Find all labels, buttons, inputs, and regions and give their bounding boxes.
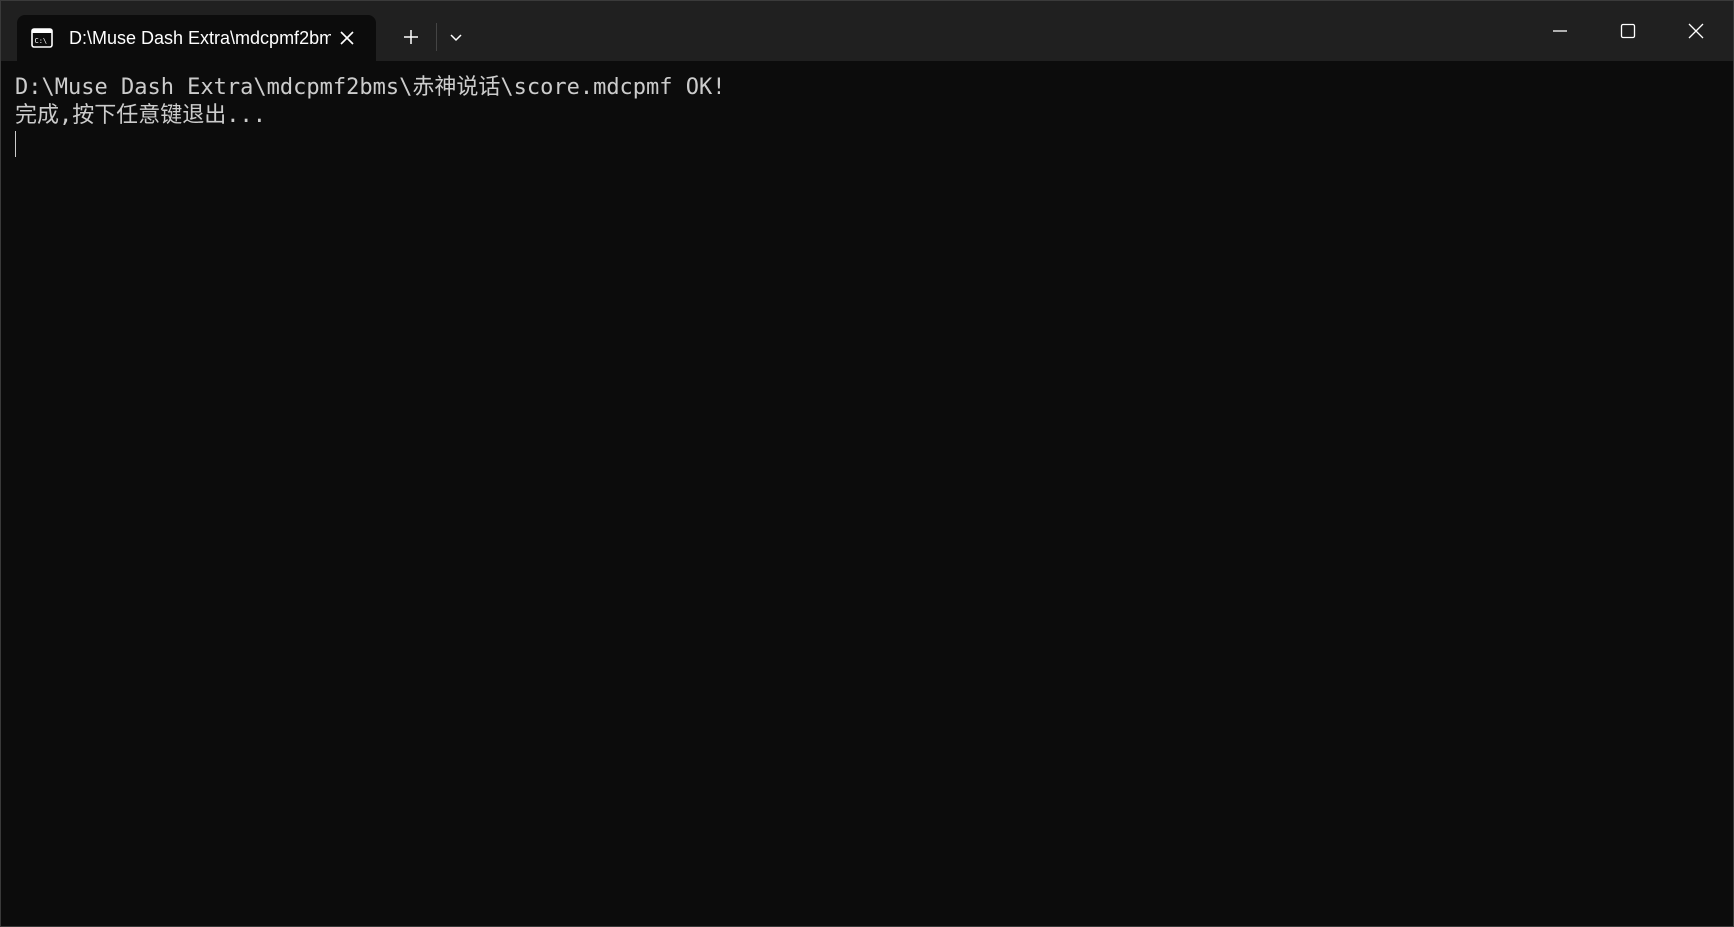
scrollbar[interactable] <box>1723 61 1733 926</box>
terminal-window: C:\ D:\Muse Dash Extra\mdcpmf2bms\赤神说话\s… <box>0 0 1734 927</box>
output-line: D:\Muse Dash Extra\mdcpmf2bms\赤神说话\score… <box>15 75 726 100</box>
minimize-button[interactable] <box>1527 1 1595 61</box>
tab-separator <box>436 23 437 51</box>
new-tab-button[interactable] <box>395 21 427 53</box>
minimize-icon <box>1553 30 1567 32</box>
output-line: 完成,按下任意键退出... <box>15 103 266 128</box>
tab-console[interactable]: C:\ D:\Muse Dash Extra\mdcpmf2bms\赤神说话\s… <box>17 15 376 61</box>
svg-text:C:\: C:\ <box>35 37 48 45</box>
title-bar: C:\ D:\Muse Dash Extra\mdcpmf2bms\赤神说话\s… <box>1 1 1733 61</box>
tab-close-icon[interactable] <box>335 26 359 50</box>
close-icon <box>1688 23 1704 39</box>
text-cursor <box>15 131 16 157</box>
terminal-icon: C:\ <box>31 27 53 49</box>
chevron-down-icon[interactable] <box>441 21 471 53</box>
terminal-output[interactable]: D:\Muse Dash Extra\mdcpmf2bms\赤神说话\score… <box>1 61 1733 926</box>
tab-title: D:\Muse Dash Extra\mdcpmf2bms\赤神说话\score… <box>69 28 331 48</box>
close-window-button[interactable] <box>1663 1 1731 61</box>
maximize-button[interactable] <box>1595 1 1663 61</box>
maximize-icon <box>1620 23 1636 39</box>
